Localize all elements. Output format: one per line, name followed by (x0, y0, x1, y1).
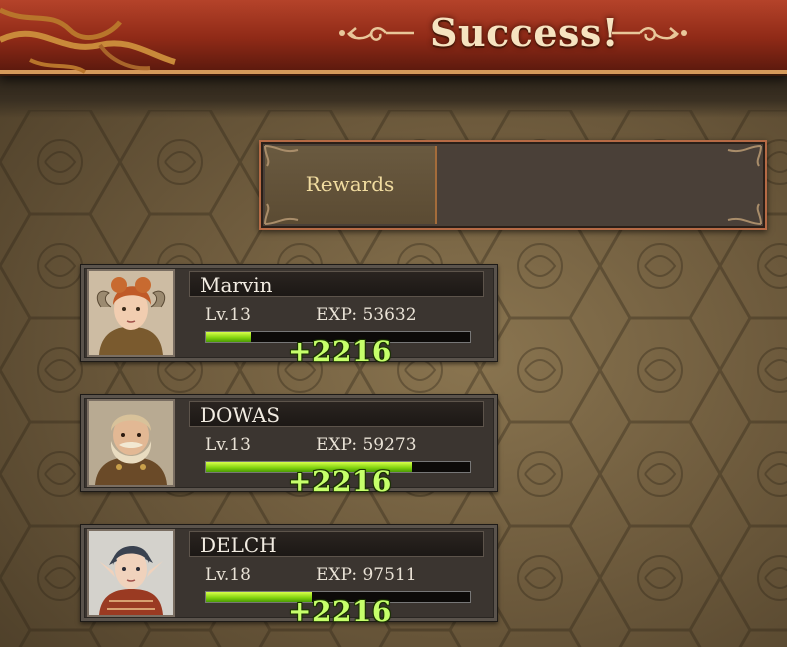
flourish-right-icon (612, 27, 687, 41)
exp-gain: +2216 (288, 595, 392, 628)
page-title: Success! (430, 10, 619, 55)
rewards-label: Rewards (305, 172, 395, 196)
character-level: Lv.13 (205, 435, 251, 455)
character-name: DELCH (200, 533, 277, 557)
name-bar: Marvin (189, 271, 484, 297)
character-exp: EXP: 97511 (316, 565, 417, 585)
character-level: Lv.13 (205, 305, 251, 325)
flourish-left-icon (339, 27, 414, 41)
dwarf-portrait (87, 399, 175, 487)
exp-gain: +2216 (288, 335, 392, 368)
elf-girl-portrait (87, 269, 175, 357)
header-shadow (0, 74, 787, 118)
character-level: Lv.18 (205, 565, 251, 585)
character-exp: EXP: 53632 (316, 305, 417, 325)
character-name: DOWAS (200, 403, 281, 427)
character-exp: EXP: 59273 (316, 435, 417, 455)
elf-boy-portrait (87, 529, 175, 617)
name-bar: DELCH (189, 531, 484, 557)
character-name: Marvin (200, 273, 273, 297)
character-card: Marvin Lv.13 EXP: 53632 +2216 (80, 264, 498, 368)
title-bar: Success! (0, 0, 787, 74)
name-bar: DOWAS (189, 401, 484, 427)
rewards-panel: Rewards (259, 140, 767, 230)
character-card: DOWAS Lv.13 EXP: 59273 +2216 (80, 394, 498, 498)
corner-ornament-icon (264, 203, 299, 225)
exp-progress-fill (206, 332, 251, 342)
corner-ornament-icon (264, 145, 299, 167)
corner-ornament-icon (727, 145, 762, 167)
gold-branch-ornament (0, 7, 176, 74)
corner-ornament-icon (727, 203, 762, 225)
character-card: DELCH Lv.18 EXP: 97511 +2216 (80, 524, 498, 628)
exp-gain: +2216 (288, 465, 392, 498)
